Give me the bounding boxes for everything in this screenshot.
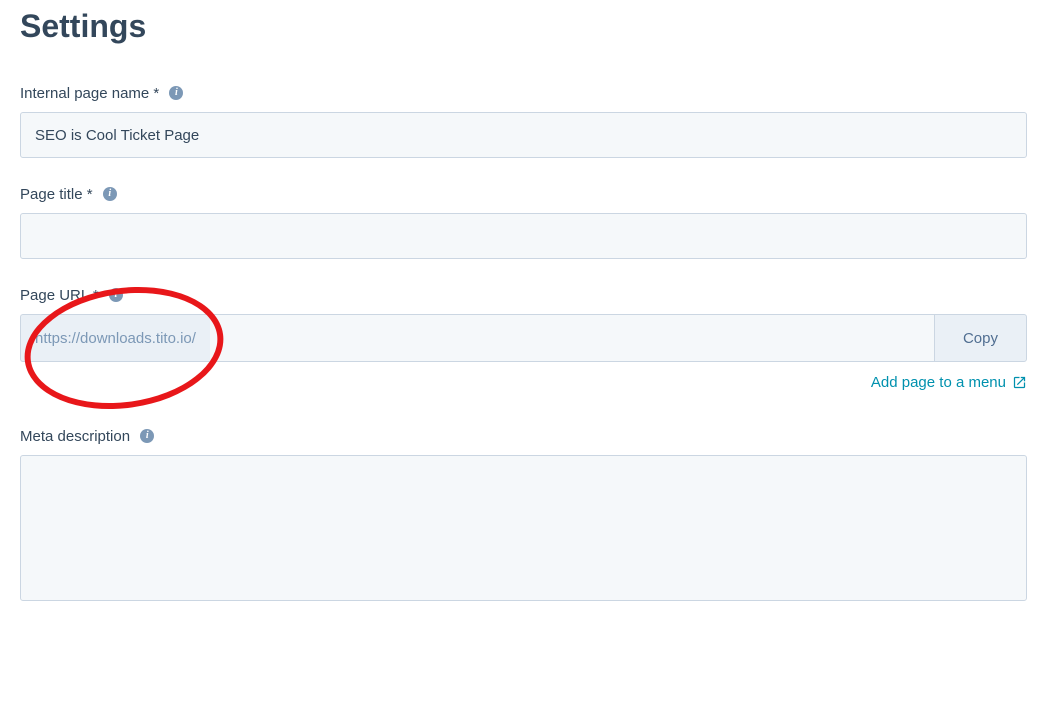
copy-button[interactable]: Copy: [934, 314, 1027, 362]
add-page-to-menu-link[interactable]: Add page to a menu: [871, 374, 1027, 391]
meta-description-textarea[interactable]: [20, 455, 1027, 601]
meta-description-group: Meta description i: [20, 428, 1027, 606]
meta-description-label-text: Meta description: [20, 428, 130, 445]
settings-heading: Settings: [20, 8, 1027, 45]
info-icon[interactable]: i: [169, 86, 183, 100]
page-url-input-group: https://downloads.tito.io/ Copy: [20, 314, 1027, 362]
page-title-input[interactable]: [20, 213, 1027, 259]
internal-page-name-label: Internal page name * i: [20, 85, 1027, 102]
page-url-label-text: Page URL *: [20, 287, 99, 304]
internal-page-name-group: Internal page name * i: [20, 85, 1027, 158]
page-url-prefix: https://downloads.tito.io/: [20, 314, 210, 362]
add-page-link-row: Add page to a menu: [20, 374, 1027, 392]
info-icon[interactable]: i: [103, 187, 117, 201]
page-title-label-text: Page title *: [20, 186, 93, 203]
internal-page-name-label-text: Internal page name *: [20, 85, 159, 102]
add-page-link-text: Add page to a menu: [871, 374, 1006, 391]
page-url-label: Page URL * i: [20, 287, 1027, 304]
page-title-group: Page title * i: [20, 186, 1027, 259]
page-title-label: Page title * i: [20, 186, 1027, 203]
external-link-icon: [1012, 375, 1027, 390]
info-icon[interactable]: i: [140, 429, 154, 443]
internal-page-name-input[interactable]: [20, 112, 1027, 158]
page-url-group: Page URL * i https://downloads.tito.io/ …: [20, 287, 1027, 362]
page-url-input[interactable]: [210, 314, 934, 362]
meta-description-label: Meta description i: [20, 428, 1027, 445]
info-icon[interactable]: i: [109, 288, 123, 302]
